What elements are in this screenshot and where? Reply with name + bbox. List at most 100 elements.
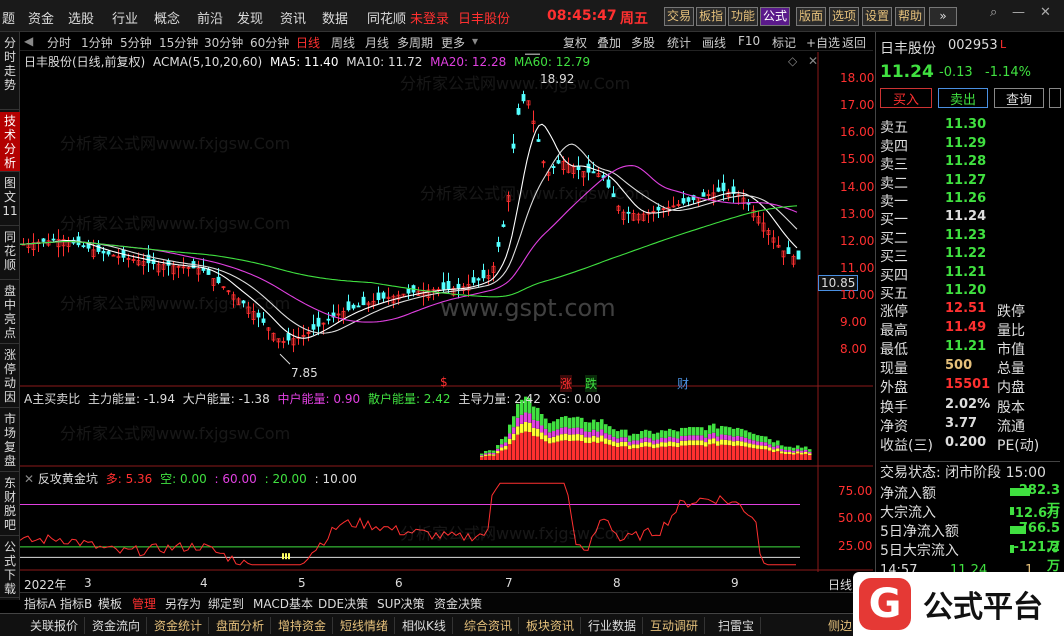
tab-highlight[interactable]: 盘中亮点 [0, 282, 20, 344]
tab-forum[interactable]: 东财脱吧 [0, 474, 20, 536]
stat2-value[interactable]: 3.77 [945, 416, 977, 431]
options-button[interactable]: 选项 [829, 7, 859, 26]
stat-value[interactable]: 12.51 [945, 301, 986, 316]
menu-item[interactable]: 资金 [28, 8, 54, 27]
nav-item[interactable]: 盘面分析 [210, 617, 272, 634]
query-button[interactable]: 查询 [994, 88, 1044, 108]
close-icon[interactable]: ✕ [24, 472, 34, 486]
nav-item[interactable]: 资金统计 [148, 617, 210, 634]
tab-item[interactable]: 绑定到 [208, 595, 244, 612]
bid-value[interactable]: 11.21 [945, 265, 986, 280]
expand-icon[interactable]: » [929, 7, 957, 26]
tab-graphic[interactable]: 图文11 [0, 174, 20, 226]
tool-item[interactable]: 统计 [667, 34, 691, 51]
period-item[interactable]: 月线 [365, 34, 389, 51]
tab-intraday[interactable]: 分时走势 [0, 34, 20, 110]
tab-item[interactable]: 模板 [98, 595, 122, 612]
login-status[interactable]: 未登录 [410, 8, 449, 27]
event-mark[interactable]: $ [440, 375, 448, 389]
sub2-title[interactable]: 反攻黄金坑 [38, 472, 98, 486]
ask-value[interactable]: 11.30 [945, 117, 986, 132]
bid-value[interactable]: 11.20 [945, 283, 986, 298]
tool-item[interactable]: 多股 [631, 34, 655, 51]
tab-item[interactable]: 指标A [24, 595, 56, 612]
tab-item[interactable]: 另存为 [165, 595, 201, 612]
stat2-value[interactable]: 0.200 [945, 435, 986, 450]
period-item[interactable]: 15分钟 [159, 34, 198, 51]
diamond-icon[interactable]: ◇ [788, 54, 797, 68]
menu-item[interactable]: 题 [2, 8, 15, 27]
period-item[interactable]: 分时 [47, 34, 71, 51]
search-icon[interactable]: ⌕ [990, 5, 997, 20]
index-button[interactable]: 板指 [696, 7, 726, 26]
nav-item[interactable]: 相似K线 [396, 617, 453, 634]
bid-value[interactable]: 11.24 [945, 209, 986, 224]
tool-item[interactable]: F10 [738, 34, 760, 48]
tab-download[interactable]: 公式下载 [0, 538, 20, 598]
more-button[interactable] [1049, 88, 1061, 108]
buy-button[interactable]: 买入 [880, 88, 932, 108]
nav-item[interactable]: 短线情绪 [334, 617, 396, 634]
ask-value[interactable]: 11.27 [945, 173, 986, 188]
tool-item[interactable]: 返回 [842, 34, 866, 51]
nav-item[interactable]: 行业数据 [582, 617, 644, 634]
nav-item[interactable]: 扫雷宝 [712, 617, 762, 634]
menu-item[interactable]: 概念 [154, 8, 180, 27]
stat-value[interactable]: 15501 [945, 377, 990, 392]
period-item[interactable]: 1分钟 [81, 34, 113, 51]
sell-button[interactable]: 卖出 [938, 88, 988, 108]
menu-item[interactable]: 数据 [322, 8, 348, 27]
chevron-down-icon[interactable]: ▾ [472, 34, 478, 48]
tab-item-active[interactable]: 管理 [132, 595, 156, 612]
period-item[interactable]: 60分钟 [250, 34, 289, 51]
menu-item[interactable]: 行业 [112, 8, 138, 27]
tab-ths[interactable]: 同花顺 [0, 228, 20, 280]
layout-button[interactable]: 版面 [796, 7, 826, 26]
formula-button[interactable]: 公式 [760, 7, 790, 26]
back-icon[interactable]: ◀ [24, 34, 33, 48]
nav-item[interactable]: 综合资讯 [458, 617, 520, 634]
nav-item[interactable]: 板块资讯 [520, 617, 582, 634]
sub1-title[interactable]: A主买卖比 [24, 392, 80, 406]
stat-value[interactable]: 11.21 [945, 339, 986, 354]
tab-technical[interactable]: 技术分析 [0, 112, 20, 172]
tab-item[interactable]: SUP决策 [377, 595, 425, 612]
bid-value[interactable]: 11.23 [945, 228, 986, 243]
nav-item[interactable]: 关联报价 [24, 617, 86, 634]
tool-item[interactable]: 叠加 [597, 34, 621, 51]
tool-item[interactable]: 标记 [772, 34, 796, 51]
menu-item[interactable]: 前沿 [197, 8, 223, 27]
event-mark[interactable]: 财 [677, 375, 689, 392]
nav-item[interactable]: 增持资金 [272, 617, 334, 634]
stat2-value[interactable]: 2.02% [945, 397, 990, 412]
tool-item[interactable]: 复权 [563, 34, 587, 51]
tab-review[interactable]: 市场复盘 [0, 410, 20, 472]
tab-item[interactable]: 指标B [60, 595, 92, 612]
menu-item[interactable]: 选股 [68, 8, 94, 27]
ask-value[interactable]: 11.28 [945, 154, 986, 169]
stat-value[interactable]: 500 [945, 358, 972, 373]
tab-item[interactable]: DDE决策 [318, 595, 368, 612]
period-item[interactable]: 5分钟 [120, 34, 152, 51]
period-item-active[interactable]: 日线 [296, 34, 320, 51]
nav-item[interactable]: 资金流向 [86, 617, 148, 634]
ask-value[interactable]: 11.29 [945, 136, 986, 151]
period-item[interactable]: 30分钟 [204, 34, 243, 51]
function-button[interactable]: 功能 [728, 7, 758, 26]
menu-item[interactable]: 发现 [237, 8, 263, 27]
close-icon[interactable]: ✕ [1040, 5, 1051, 20]
bid-value[interactable]: 11.22 [945, 246, 986, 261]
tool-item[interactable]: +自选 [806, 34, 840, 51]
tool-item[interactable]: 画线 [702, 34, 726, 51]
ask-value[interactable]: 11.26 [945, 191, 986, 206]
period-item[interactable]: 多周期 [397, 34, 433, 51]
indicator-name[interactable]: ACMA(5,10,20,60) [153, 55, 262, 69]
tab-limitup[interactable]: 涨停动因 [0, 346, 20, 408]
tab-item[interactable]: 资金决策 [434, 595, 482, 612]
period-more[interactable]: 更多 [441, 34, 465, 51]
stat-value[interactable]: 11.49 [945, 320, 986, 335]
close-icon[interactable]: ✕ [808, 54, 818, 68]
period-item[interactable]: 周线 [331, 34, 355, 51]
day-label[interactable]: 日线 [828, 576, 852, 593]
minimize-icon[interactable]: — [1012, 5, 1025, 20]
